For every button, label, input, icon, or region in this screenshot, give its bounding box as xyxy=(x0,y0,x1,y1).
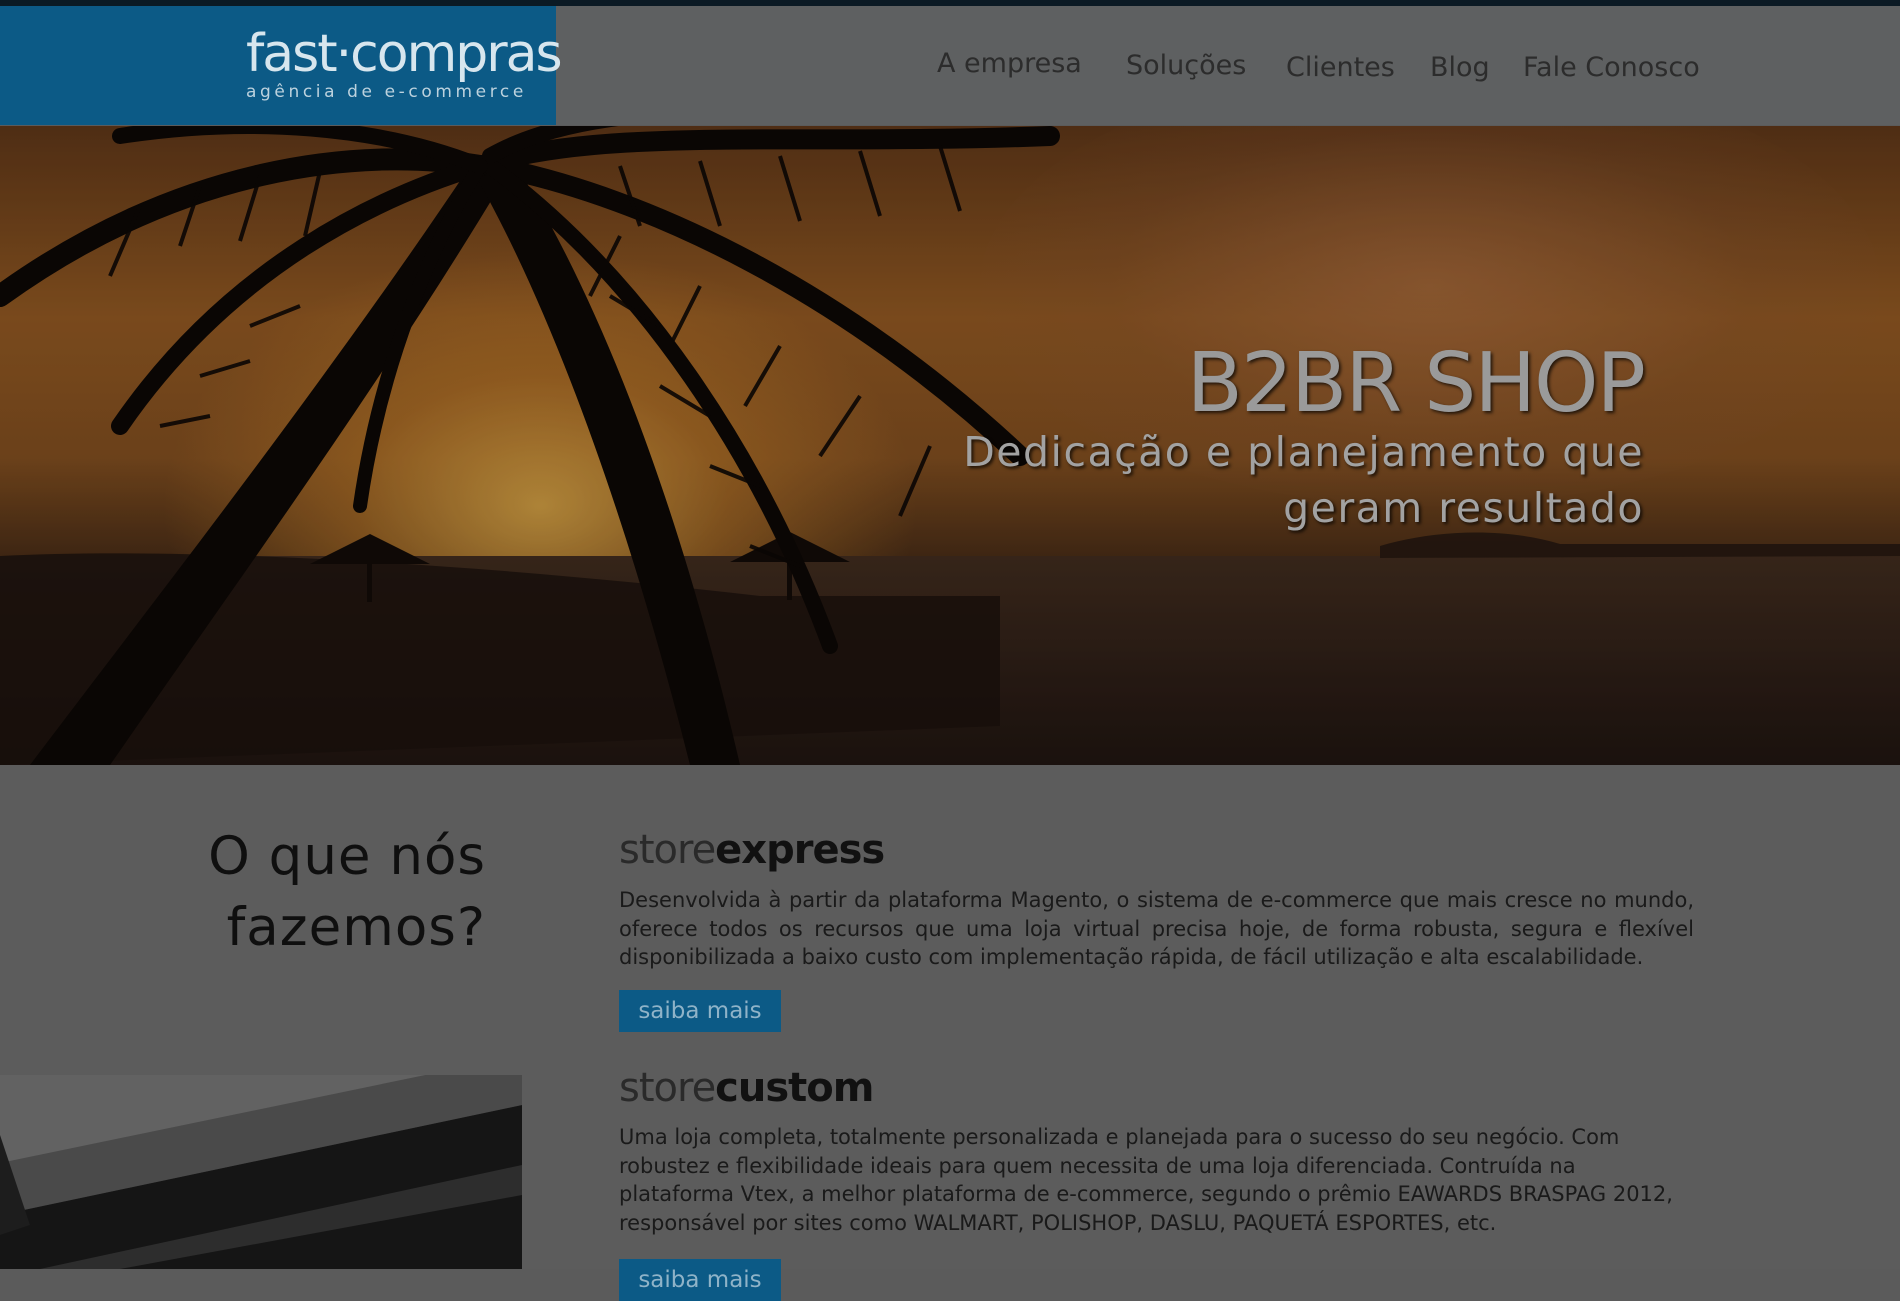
product-name-bold: express xyxy=(715,827,885,873)
logo-wordmark: fast·compras xyxy=(246,24,563,84)
nav-fale-conosco[interactable]: Fale Conosco xyxy=(1523,52,1700,83)
hero-banner[interactable]: B2BR SHOP Dedicação e planejamento que g… xyxy=(0,126,1900,765)
product-title-storecustom: storecustom xyxy=(619,1065,874,1111)
site-header: fast·compras agência de e-commerce A emp… xyxy=(0,6,1900,125)
services-section: O que nós fazemos? storeexpress Desenvol… xyxy=(0,765,1900,1301)
nav-clientes[interactable]: Clientes xyxy=(1286,52,1395,83)
hero-subtitle: Dedicação e planejamento que geram resul… xyxy=(963,428,1644,532)
logo-tagline: agência de e-commerce xyxy=(246,82,527,102)
nav-blog[interactable]: Blog xyxy=(1430,52,1490,83)
device-photo xyxy=(0,1075,522,1269)
product-title-storeexpress: storeexpress xyxy=(619,827,885,873)
hero-title: B2BR SHOP xyxy=(1186,336,1646,431)
product-name-bold: custom xyxy=(715,1065,874,1111)
section-heading: O que nós fazemos? xyxy=(208,826,486,958)
product-name-light: store xyxy=(619,827,716,873)
saiba-mais-button-storecustom[interactable]: saiba mais xyxy=(619,1259,781,1301)
product-description-storeexpress: Desenvolvida à partir da plataforma Mage… xyxy=(619,888,1694,969)
logo[interactable]: fast·compras agência de e-commerce xyxy=(0,6,563,125)
product-description-storecustom: Uma loja completa, totalmente personaliz… xyxy=(619,1125,1673,1235)
nav-a-empresa[interactable]: A empresa xyxy=(937,48,1082,79)
saiba-mais-button-storeexpress[interactable]: saiba mais xyxy=(619,990,781,1032)
product-name-light: store xyxy=(619,1065,716,1111)
nav-solucoes[interactable]: Soluções xyxy=(1126,50,1246,81)
tablet-image xyxy=(0,1075,522,1269)
